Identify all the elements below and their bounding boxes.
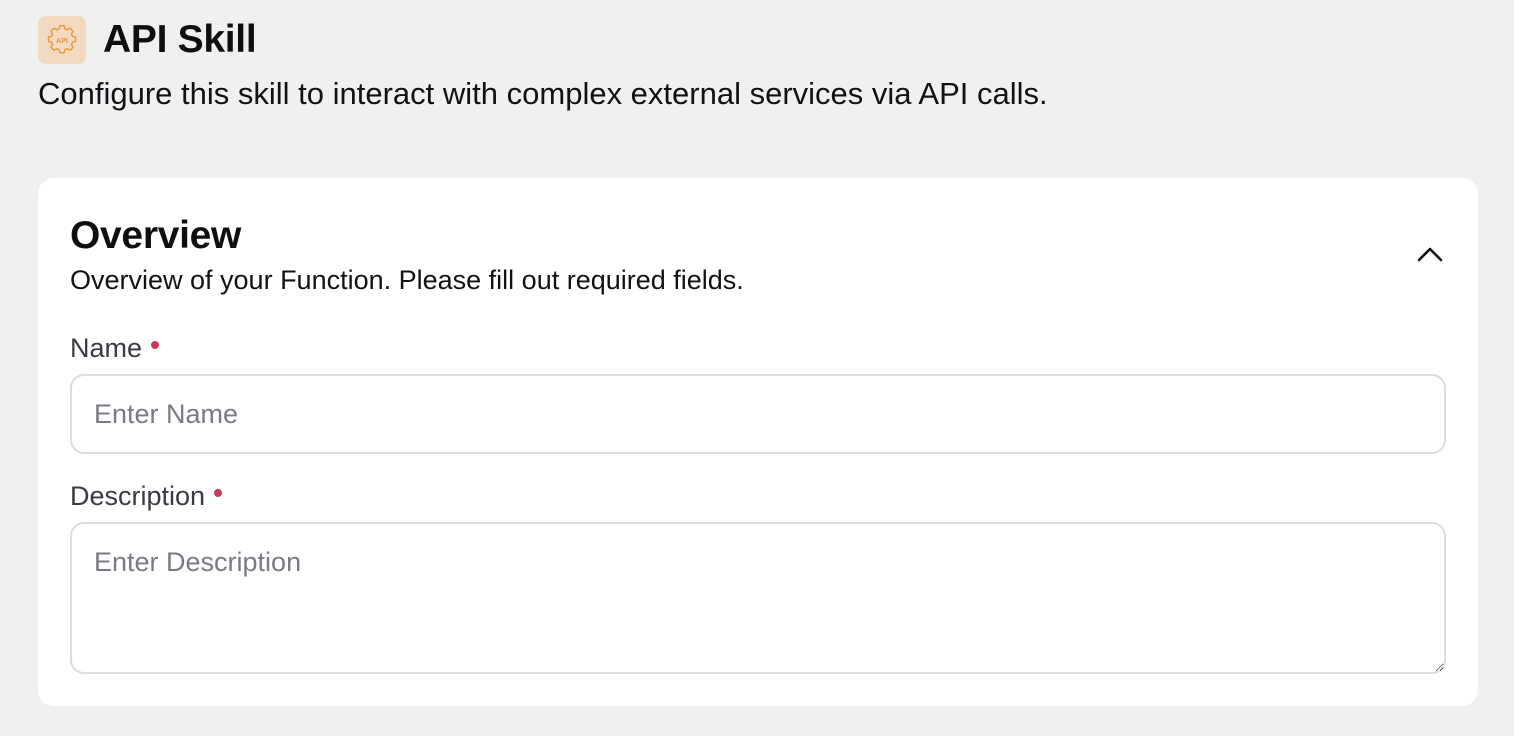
page-title: API Skill xyxy=(103,18,257,61)
name-field-label: Name xyxy=(70,332,160,364)
page: API API Skill Configure this skill to in… xyxy=(0,0,1514,736)
skill-header: API API Skill Configure this skill to in… xyxy=(38,16,1048,112)
name-label-text: Name xyxy=(70,333,143,363)
collapse-overview-button[interactable] xyxy=(1408,238,1452,270)
overview-subtitle: Overview of your Function. Please fill o… xyxy=(70,265,744,295)
api-gear-icon: API xyxy=(38,16,86,64)
page-description: Configure this skill to interact with co… xyxy=(38,76,1048,111)
description-label-text: Description xyxy=(70,481,206,511)
skill-title-row: API API Skill xyxy=(38,16,1048,64)
required-indicator xyxy=(151,340,160,349)
api-icon-text: API xyxy=(56,38,68,45)
name-input[interactable] xyxy=(70,374,1446,454)
description-textarea[interactable] xyxy=(70,522,1446,674)
overview-title: Overview xyxy=(70,214,242,257)
overview-card: Overview Overview of your Function. Plea… xyxy=(38,178,1478,706)
description-field-label: Description xyxy=(70,480,223,512)
chevron-up-icon xyxy=(1417,247,1443,262)
required-indicator xyxy=(214,488,223,497)
